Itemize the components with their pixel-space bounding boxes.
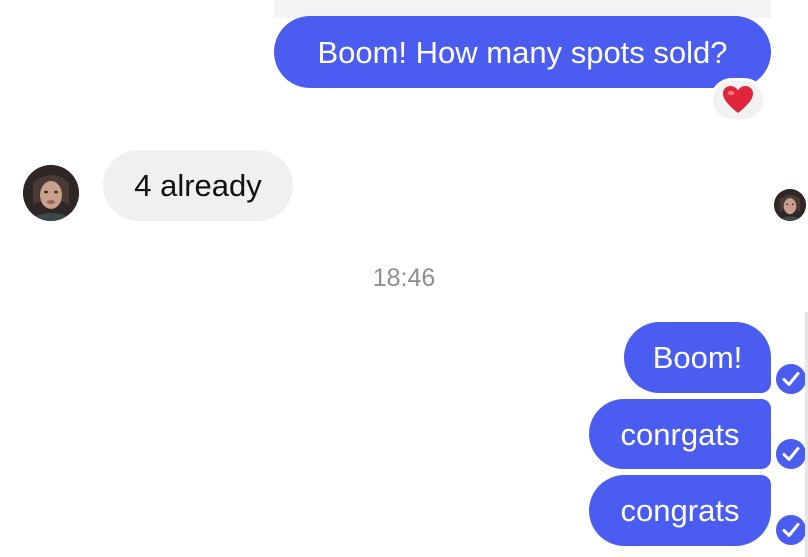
message-text: congrats xyxy=(620,493,740,528)
incoming-message-bubble[interactable]: 4 already xyxy=(103,150,293,221)
message-text: conrgats xyxy=(620,416,740,452)
check-circle-icon xyxy=(774,437,808,471)
outgoing-message-bubble[interactable]: congrats xyxy=(589,475,771,546)
message-reaction[interactable] xyxy=(710,78,766,122)
message-text: 4 already xyxy=(134,168,262,203)
check-circle-icon xyxy=(774,362,808,396)
avatar-face-icon xyxy=(23,165,79,221)
contact-avatar[interactable] xyxy=(23,165,79,221)
message-text: Boom! How many spots sold? xyxy=(317,34,728,70)
check-circle-icon xyxy=(774,513,808,547)
outgoing-message-bubble[interactable]: conrgats xyxy=(589,399,771,469)
chat-timestamp: 18:46 xyxy=(372,264,436,292)
message-text: Boom! xyxy=(652,340,743,375)
outgoing-message-bubble[interactable]: Boom! xyxy=(624,322,771,393)
read-receipt-avatar xyxy=(774,189,806,221)
outgoing-message-bubble[interactable]: Boom! How many spots sold? xyxy=(274,16,771,88)
avatar-face-icon xyxy=(774,189,806,221)
heart-icon xyxy=(723,86,753,113)
